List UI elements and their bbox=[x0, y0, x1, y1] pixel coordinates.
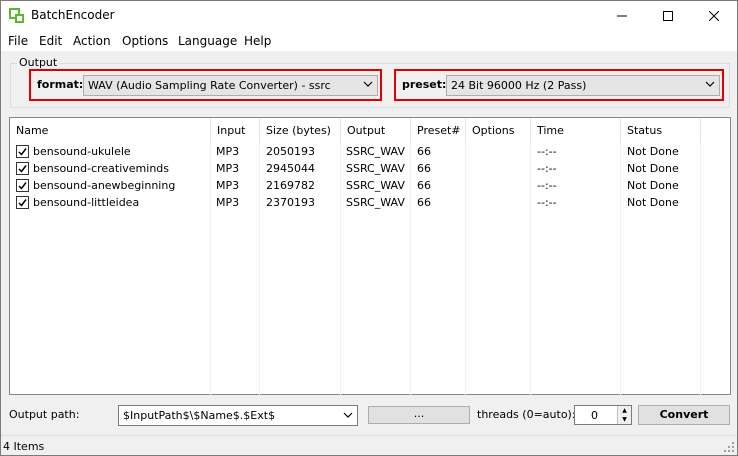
table-row[interactable]: bensound-creativeminds MP3 2945044 SSRC_… bbox=[10, 160, 730, 177]
maximize-button[interactable] bbox=[645, 1, 691, 30]
cell-preset: 66 bbox=[417, 162, 431, 175]
cell-input: MP3 bbox=[216, 179, 240, 192]
minimize-icon bbox=[617, 15, 627, 16]
resize-grip-icon[interactable] bbox=[723, 441, 735, 453]
cell-output: SSRC_WAV bbox=[346, 196, 405, 209]
menu-action[interactable]: Action bbox=[73, 34, 111, 48]
table-row[interactable]: bensound-anewbeginning MP3 2169782 SSRC_… bbox=[10, 177, 730, 194]
column-header-preset[interactable]: Preset# bbox=[411, 118, 466, 142]
menu-bar: File Edit Action Options Language Help bbox=[1, 30, 737, 51]
checkmark-icon bbox=[18, 182, 27, 190]
table-row[interactable]: bensound-littleidea MP3 2370193 SSRC_WAV… bbox=[10, 194, 730, 211]
browse-button[interactable]: ... bbox=[368, 406, 470, 424]
cell-status: Not Done bbox=[627, 196, 679, 209]
column-header-output[interactable]: Output bbox=[341, 118, 411, 142]
format-select[interactable]: WAV (Audio Sampling Rate Converter) - ss… bbox=[83, 75, 378, 96]
format-highlight: format: WAV (Audio Sampling Rate Convert… bbox=[29, 69, 382, 101]
cell-status: Not Done bbox=[627, 179, 679, 192]
chevron-down-icon bbox=[363, 81, 373, 87]
convert-button[interactable]: Convert bbox=[638, 405, 730, 425]
cell-name: bensound-anewbeginning bbox=[33, 179, 176, 192]
menu-language[interactable]: Language bbox=[178, 34, 237, 48]
app-window: BatchEncoder File Edit Action Options La… bbox=[0, 0, 738, 456]
cell-output: SSRC_WAV bbox=[346, 179, 405, 192]
maximize-icon bbox=[663, 10, 673, 21]
preset-select[interactable]: 24 Bit 96000 Hz (2 Pass) bbox=[446, 75, 720, 96]
close-icon bbox=[709, 10, 719, 21]
cell-time: --:-- bbox=[537, 179, 557, 192]
menu-help[interactable]: Help bbox=[244, 34, 271, 48]
cell-size: 2945044 bbox=[266, 162, 315, 175]
app-icon bbox=[9, 8, 24, 23]
format-select-value: WAV (Audio Sampling Rate Converter) - ss… bbox=[88, 79, 331, 92]
checkmark-icon bbox=[18, 165, 27, 173]
title-bar[interactable]: BatchEncoder bbox=[1, 1, 737, 30]
menu-file[interactable]: File bbox=[8, 34, 28, 48]
chevron-down-icon bbox=[705, 81, 715, 87]
column-header-status[interactable]: Status bbox=[621, 118, 701, 142]
threads-value: 0 bbox=[591, 409, 598, 422]
cell-name: bensound-creativeminds bbox=[33, 162, 170, 175]
column-header-size[interactable]: Size (bytes) bbox=[260, 118, 341, 142]
cell-preset: 66 bbox=[417, 179, 431, 192]
cell-input: MP3 bbox=[216, 162, 240, 175]
row-checkbox[interactable] bbox=[16, 162, 29, 175]
column-header-input[interactable]: Input bbox=[211, 118, 260, 142]
row-checkbox[interactable] bbox=[16, 196, 29, 209]
status-bar: 4 Items bbox=[1, 435, 737, 455]
cell-status: Not Done bbox=[627, 162, 679, 175]
cell-time: --:-- bbox=[537, 196, 557, 209]
column-header-options[interactable]: Options bbox=[466, 118, 531, 142]
cell-status: Not Done bbox=[627, 145, 679, 158]
cell-time: --:-- bbox=[537, 162, 557, 175]
menu-options[interactable]: Options bbox=[122, 34, 168, 48]
cell-time: --:-- bbox=[537, 145, 557, 158]
menu-edit[interactable]: Edit bbox=[39, 34, 62, 48]
minimize-button[interactable] bbox=[599, 1, 645, 30]
row-checkbox[interactable] bbox=[16, 179, 29, 192]
row-checkbox[interactable] bbox=[16, 145, 29, 158]
cell-input: MP3 bbox=[216, 145, 240, 158]
output-group-label: Output bbox=[17, 56, 60, 69]
threads-label: threads (0=auto): bbox=[477, 408, 576, 421]
close-button[interactable] bbox=[691, 1, 737, 30]
output-path-label: Output path: bbox=[9, 408, 80, 421]
cell-size: 2050193 bbox=[266, 145, 315, 158]
cell-preset: 66 bbox=[417, 196, 431, 209]
cell-name: bensound-ukulele bbox=[33, 145, 131, 158]
spin-up-button[interactable]: ▲ bbox=[617, 406, 631, 415]
cell-output: SSRC_WAV bbox=[346, 145, 405, 158]
chevron-down-icon bbox=[343, 412, 353, 418]
output-path-select[interactable]: $InputPath$\$Name$.$Ext$ bbox=[118, 405, 358, 426]
cell-size: 2370193 bbox=[266, 196, 315, 209]
column-header-time[interactable]: Time bbox=[531, 118, 621, 142]
cell-preset: 66 bbox=[417, 145, 431, 158]
cell-size: 2169782 bbox=[266, 179, 315, 192]
status-text: 4 Items bbox=[3, 440, 45, 453]
cell-name: bensound-littleidea bbox=[33, 196, 140, 209]
column-header-name[interactable]: Name bbox=[10, 118, 211, 142]
threads-spinner[interactable]: 0 ▲ ▼ bbox=[574, 405, 632, 425]
output-path-value: $InputPath$\$Name$.$Ext$ bbox=[123, 409, 276, 422]
cell-output: SSRC_WAV bbox=[346, 162, 405, 175]
spin-down-button[interactable]: ▼ bbox=[617, 415, 631, 424]
checkmark-icon bbox=[18, 199, 27, 207]
format-label: format: bbox=[37, 78, 84, 91]
preset-highlight: preset: 24 Bit 96000 Hz (2 Pass) bbox=[394, 69, 724, 101]
cell-input: MP3 bbox=[216, 196, 240, 209]
window-title: BatchEncoder bbox=[31, 8, 115, 22]
file-list[interactable]: Name Input Size (bytes) Output Preset# O… bbox=[9, 117, 731, 395]
checkmark-icon bbox=[18, 148, 27, 156]
table-row[interactable]: bensound-ukulele MP3 2050193 SSRC_WAV 66… bbox=[10, 143, 730, 160]
preset-select-value: 24 Bit 96000 Hz (2 Pass) bbox=[451, 79, 587, 92]
preset-label: preset: bbox=[402, 78, 447, 91]
